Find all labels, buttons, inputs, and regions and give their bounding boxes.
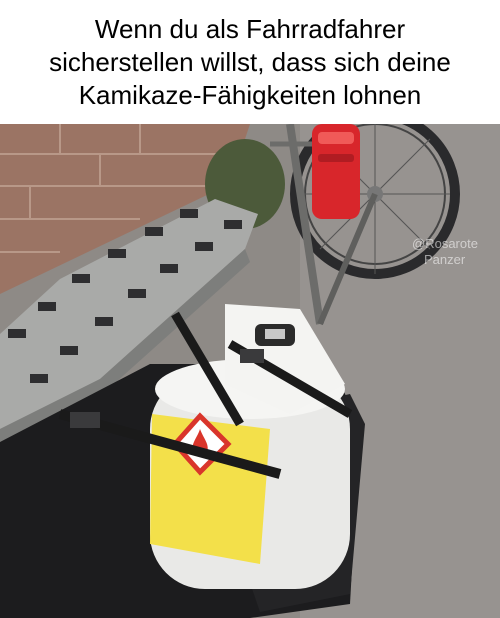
red-reflector [312,124,360,219]
caption-line-2: sicherstellen willst, dass sich deine [49,46,451,77]
caption-text: Wenn du als Fahrradfahrer sicherstellen … [10,13,490,112]
meme-caption: Wenn du als Fahrradfahrer sicherstellen … [0,0,500,124]
caption-line-3: Kamikaze-Fähigkeiten lohnen [78,79,422,110]
hazard-label [150,412,270,564]
watermark-line-2: Panzer [424,252,466,267]
meme-photo: @Rosarote Panzer [0,124,500,618]
watermark-line-1: @Rosarote [412,236,478,251]
caption-line-1: Wenn du als Fahrradfahrer [94,13,406,44]
